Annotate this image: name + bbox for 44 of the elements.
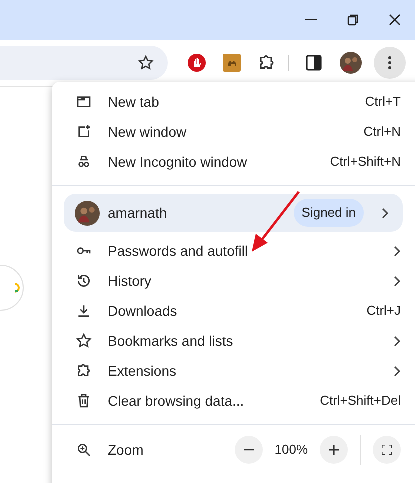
- shortcut-label: Ctrl+J: [366, 302, 401, 320]
- menu-item[interactable]: New tab Ctrl+T: [52, 87, 415, 117]
- minimize-icon[interactable]: [305, 19, 317, 21]
- puzzle-icon[interactable]: [258, 54, 276, 72]
- menu-item[interactable]: New Incognito window Ctrl+Shift+N: [52, 147, 415, 177]
- trash-icon: [76, 393, 92, 409]
- zoom-in-button[interactable]: [320, 436, 348, 464]
- tab-icon: [76, 94, 92, 110]
- shortcut-label: Ctrl+Shift+N: [330, 153, 401, 172]
- incognito-icon: [76, 154, 92, 170]
- menu-item[interactable]: Extensions: [52, 356, 415, 386]
- history-icon: [76, 273, 92, 289]
- shortcut-label: Ctrl+T: [365, 93, 401, 112]
- download-icon: [76, 303, 92, 319]
- profile-row[interactable]: amarnath Signed in: [64, 194, 403, 232]
- signed-in-badge: Signed in: [294, 199, 364, 227]
- menu-item[interactable]: History: [52, 266, 415, 296]
- shortcut-label: Ctrl+N: [364, 123, 401, 142]
- close-icon[interactable]: [389, 14, 401, 26]
- side-panel-icon[interactable]: [306, 55, 322, 71]
- fullscreen-icon: [382, 445, 392, 455]
- fullscreen-button[interactable]: [373, 436, 401, 464]
- menu-item[interactable]: Clear browsing data... Ctrl+Shift+Del: [52, 386, 415, 416]
- star-icon[interactable]: [138, 55, 154, 71]
- menu-item[interactable]: Downloads Ctrl+J: [52, 296, 415, 326]
- zoom-in-icon: [76, 442, 92, 458]
- minus-icon: [244, 449, 254, 451]
- menu-item[interactable]: Passwords and autofill: [52, 236, 415, 266]
- profile-avatar[interactable]: [340, 52, 362, 74]
- profile-name: amarnath: [108, 204, 168, 222]
- more-icon: [388, 56, 392, 70]
- menu-item[interactable]: New window Ctrl+N: [52, 117, 415, 147]
- shortcut-label: Ctrl+Shift+Del: [320, 392, 401, 410]
- puzzle-icon: [76, 363, 92, 379]
- zoom-level: 100%: [274, 441, 308, 460]
- hand-icon[interactable]: [188, 54, 206, 72]
- menu-item[interactable]: Bookmarks and lists: [52, 326, 415, 356]
- avatar: [75, 200, 100, 226]
- new-window-icon: [76, 124, 92, 140]
- star-icon: [76, 333, 92, 349]
- plus-icon: [329, 445, 339, 455]
- menu-button[interactable]: [374, 47, 406, 79]
- zoom-label: Zoom: [108, 440, 144, 460]
- restore-icon[interactable]: [347, 14, 359, 26]
